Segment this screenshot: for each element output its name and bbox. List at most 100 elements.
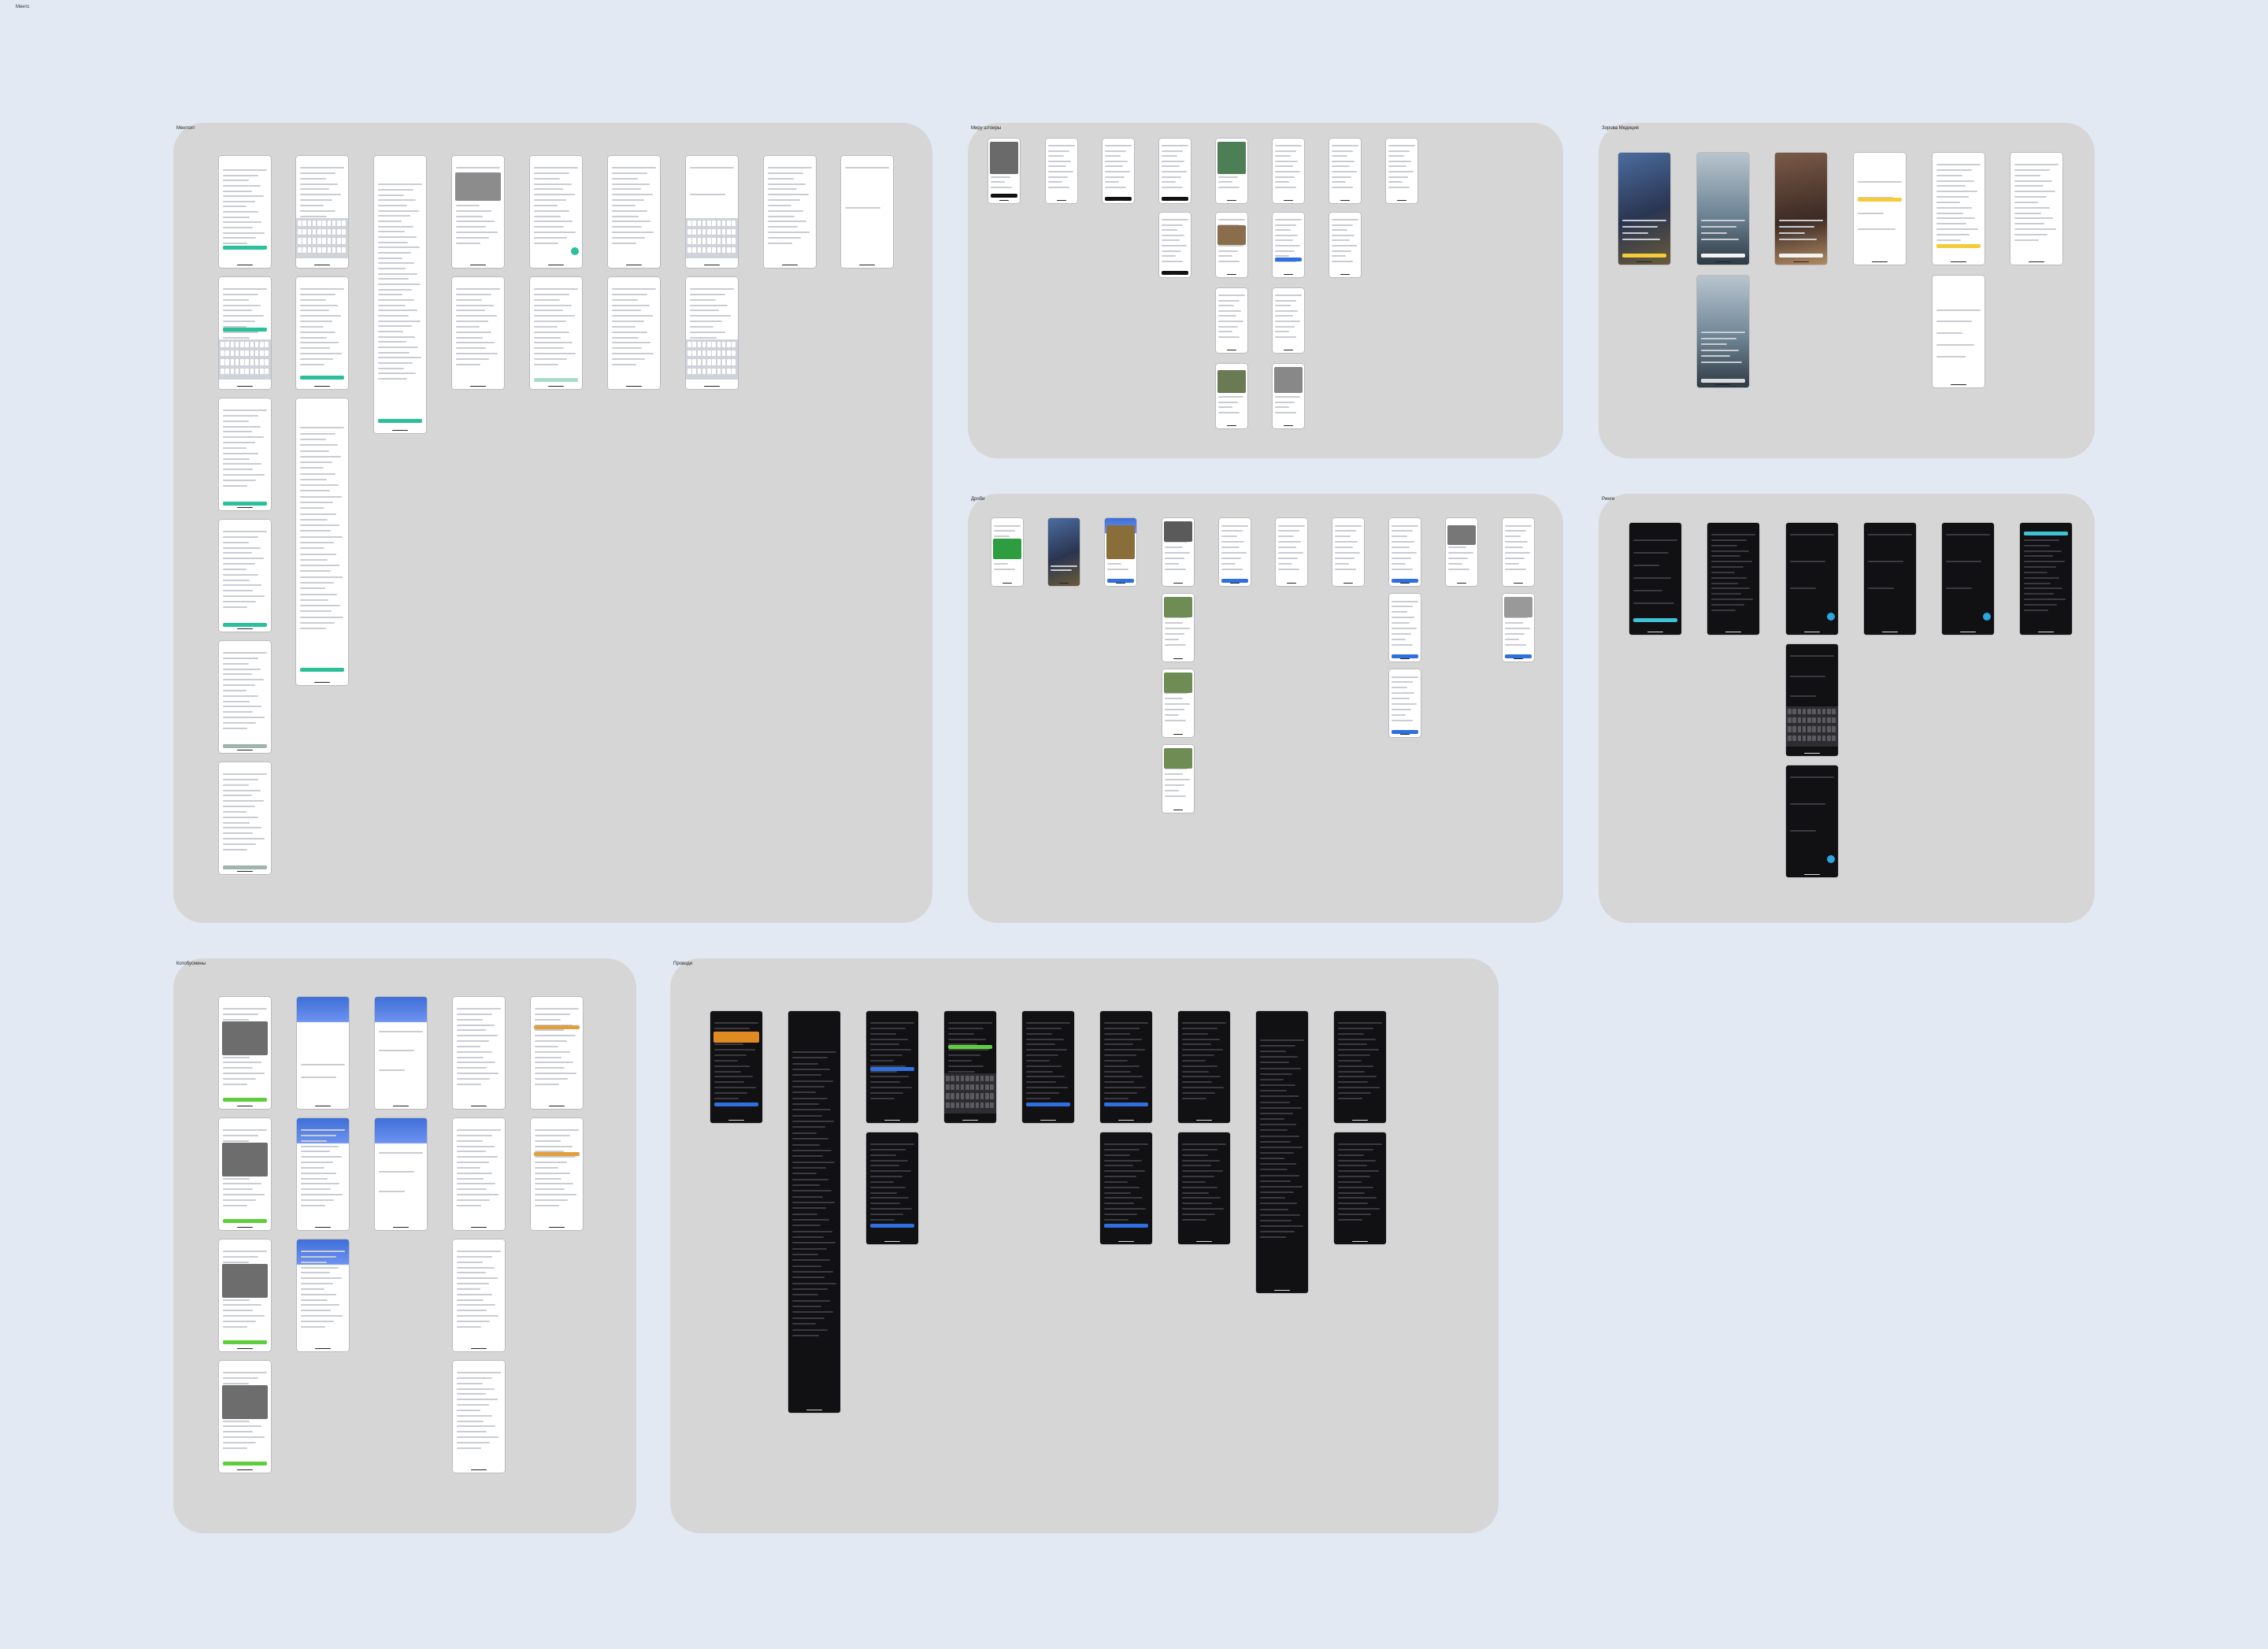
phone-screen-thumbnail[interactable] [1256,1011,1308,1293]
phone-screen-thumbnail[interactable] [1933,276,1984,387]
phone-screen-thumbnail[interactable] [1618,153,1670,265]
phone-screen-thumbnail[interactable] [1273,139,1304,203]
keyboard[interactable] [1786,706,1838,747]
primary-button[interactable] [991,193,1017,198]
phone-screen-thumbnail[interactable] [1697,153,1749,265]
primary-button[interactable] [1701,378,1745,383]
phone-screen-thumbnail[interactable] [1162,518,1194,586]
primary-button[interactable] [223,327,267,332]
phone-screen-thumbnail[interactable] [1276,518,1307,586]
phone-screen-thumbnail[interactable] [1332,518,1364,586]
phone-screen-thumbnail[interactable] [686,277,738,389]
phone-screen-thumbnail[interactable] [1046,139,1077,203]
phone-screen-thumbnail[interactable] [1178,1011,1230,1123]
phone-screen-thumbnail[interactable] [1100,1132,1152,1244]
phone-screen-thumbnail[interactable] [1942,523,1994,635]
phone-screen-thumbnail[interactable] [1786,523,1838,635]
phone-screen-thumbnail[interactable] [1389,669,1421,737]
phone-screen-thumbnail[interactable] [1102,139,1134,203]
primary-button[interactable] [223,1218,267,1223]
phone-screen-thumbnail[interactable] [1389,594,1421,661]
phone-screen-thumbnail[interactable] [530,156,582,268]
phone-screen-thumbnail[interactable] [1329,139,1361,203]
phone-screen-thumbnail[interactable] [219,398,271,510]
phone-screen-thumbnail[interactable] [1334,1011,1386,1123]
phone-screen-thumbnail[interactable] [1105,518,1136,586]
phone-screen-thumbnail[interactable] [1219,518,1251,586]
primary-button[interactable] [300,668,344,673]
primary-button[interactable] [223,622,267,627]
keyboard[interactable] [296,217,348,258]
phone-screen-thumbnail[interactable] [1216,139,1247,203]
phone-screen-thumbnail[interactable] [453,1361,505,1473]
phone-screen-thumbnail[interactable] [375,1118,427,1230]
phone-screen-thumbnail[interactable] [1629,523,1681,635]
primary-button[interactable] [1622,253,1666,258]
phone-screen-thumbnail[interactable] [1216,364,1247,428]
primary-button[interactable] [2024,532,2068,536]
phone-screen-thumbnail[interactable] [1048,518,1080,586]
phone-screen-thumbnail[interactable] [866,1011,918,1123]
primary-button[interactable] [223,1340,267,1344]
phone-screen-thumbnail[interactable] [764,156,816,268]
phone-screen-thumbnail[interactable] [530,277,582,389]
keyboard[interactable] [944,1073,996,1114]
phone-screen-thumbnail[interactable] [531,997,583,1109]
phone-screen-thumbnail[interactable] [219,520,271,632]
phone-screen-thumbnail[interactable] [1933,153,1984,265]
phone-screen-thumbnail[interactable] [988,139,1020,203]
primary-button[interactable] [223,245,267,250]
phone-screen-thumbnail[interactable] [1389,518,1421,586]
primary-button[interactable] [1633,617,1677,622]
phone-screen-thumbnail[interactable] [219,156,271,268]
phone-screen-thumbnail[interactable] [1786,765,1838,877]
phone-screen-thumbnail[interactable] [866,1132,918,1244]
phone-screen-thumbnail[interactable] [219,1118,271,1230]
phone-screen-thumbnail[interactable] [1178,1132,1230,1244]
add-fab-button[interactable] [1983,612,1992,621]
phone-screen-thumbnail[interactable] [608,156,660,268]
add-fab-button[interactable] [1827,612,1836,621]
phone-screen-thumbnail[interactable] [297,997,349,1109]
primary-button[interactable] [223,865,267,869]
phone-screen-thumbnail[interactable] [453,997,505,1109]
phone-screen-thumbnail[interactable] [1334,1132,1386,1244]
phone-screen-thumbnail[interactable] [219,1240,271,1351]
phone-screen-thumbnail[interactable] [1386,139,1418,203]
primary-button[interactable] [1026,1102,1070,1107]
primary-button[interactable] [1275,258,1302,262]
phone-screen-thumbnail[interactable] [1697,276,1749,387]
primary-button[interactable] [870,1067,914,1071]
phone-screen-thumbnail[interactable] [1273,288,1304,353]
phone-screen-thumbnail[interactable] [710,1011,762,1123]
primary-button[interactable] [223,743,267,748]
primary-button[interactable] [378,419,422,424]
phone-screen-thumbnail[interactable] [219,762,271,874]
primary-button[interactable] [1779,253,1823,258]
phone-screen-thumbnail[interactable] [1162,745,1194,813]
phone-screen-thumbnail[interactable] [2010,153,2062,265]
primary-button[interactable] [223,1097,267,1102]
phone-screen-thumbnail[interactable] [1216,288,1247,353]
primary-button[interactable] [714,1102,758,1107]
primary-button[interactable] [1701,253,1745,258]
phone-screen-thumbnail[interactable] [297,1118,349,1230]
phone-screen-thumbnail[interactable] [1216,213,1247,277]
phone-screen-thumbnail[interactable] [991,518,1023,586]
phone-screen-thumbnail[interactable] [1162,594,1194,661]
primary-button[interactable] [1104,1224,1148,1228]
primary-button[interactable] [870,1224,914,1228]
primary-button[interactable] [534,377,578,382]
phone-screen-thumbnail[interactable] [1503,594,1534,661]
phone-screen-thumbnail[interactable] [452,156,504,268]
keyboard[interactable] [219,339,271,380]
phone-screen-thumbnail[interactable] [1503,518,1534,586]
phone-screen-thumbnail[interactable] [1022,1011,1074,1123]
phone-screen-thumbnail[interactable] [788,1011,840,1413]
phone-screen-thumbnail[interactable] [1446,518,1477,586]
phone-screen-thumbnail[interactable] [1273,213,1304,277]
phone-screen-thumbnail[interactable] [1707,523,1759,635]
phone-screen-thumbnail[interactable] [296,156,348,268]
primary-button[interactable] [1104,1102,1148,1107]
phone-screen-thumbnail[interactable] [944,1011,996,1123]
